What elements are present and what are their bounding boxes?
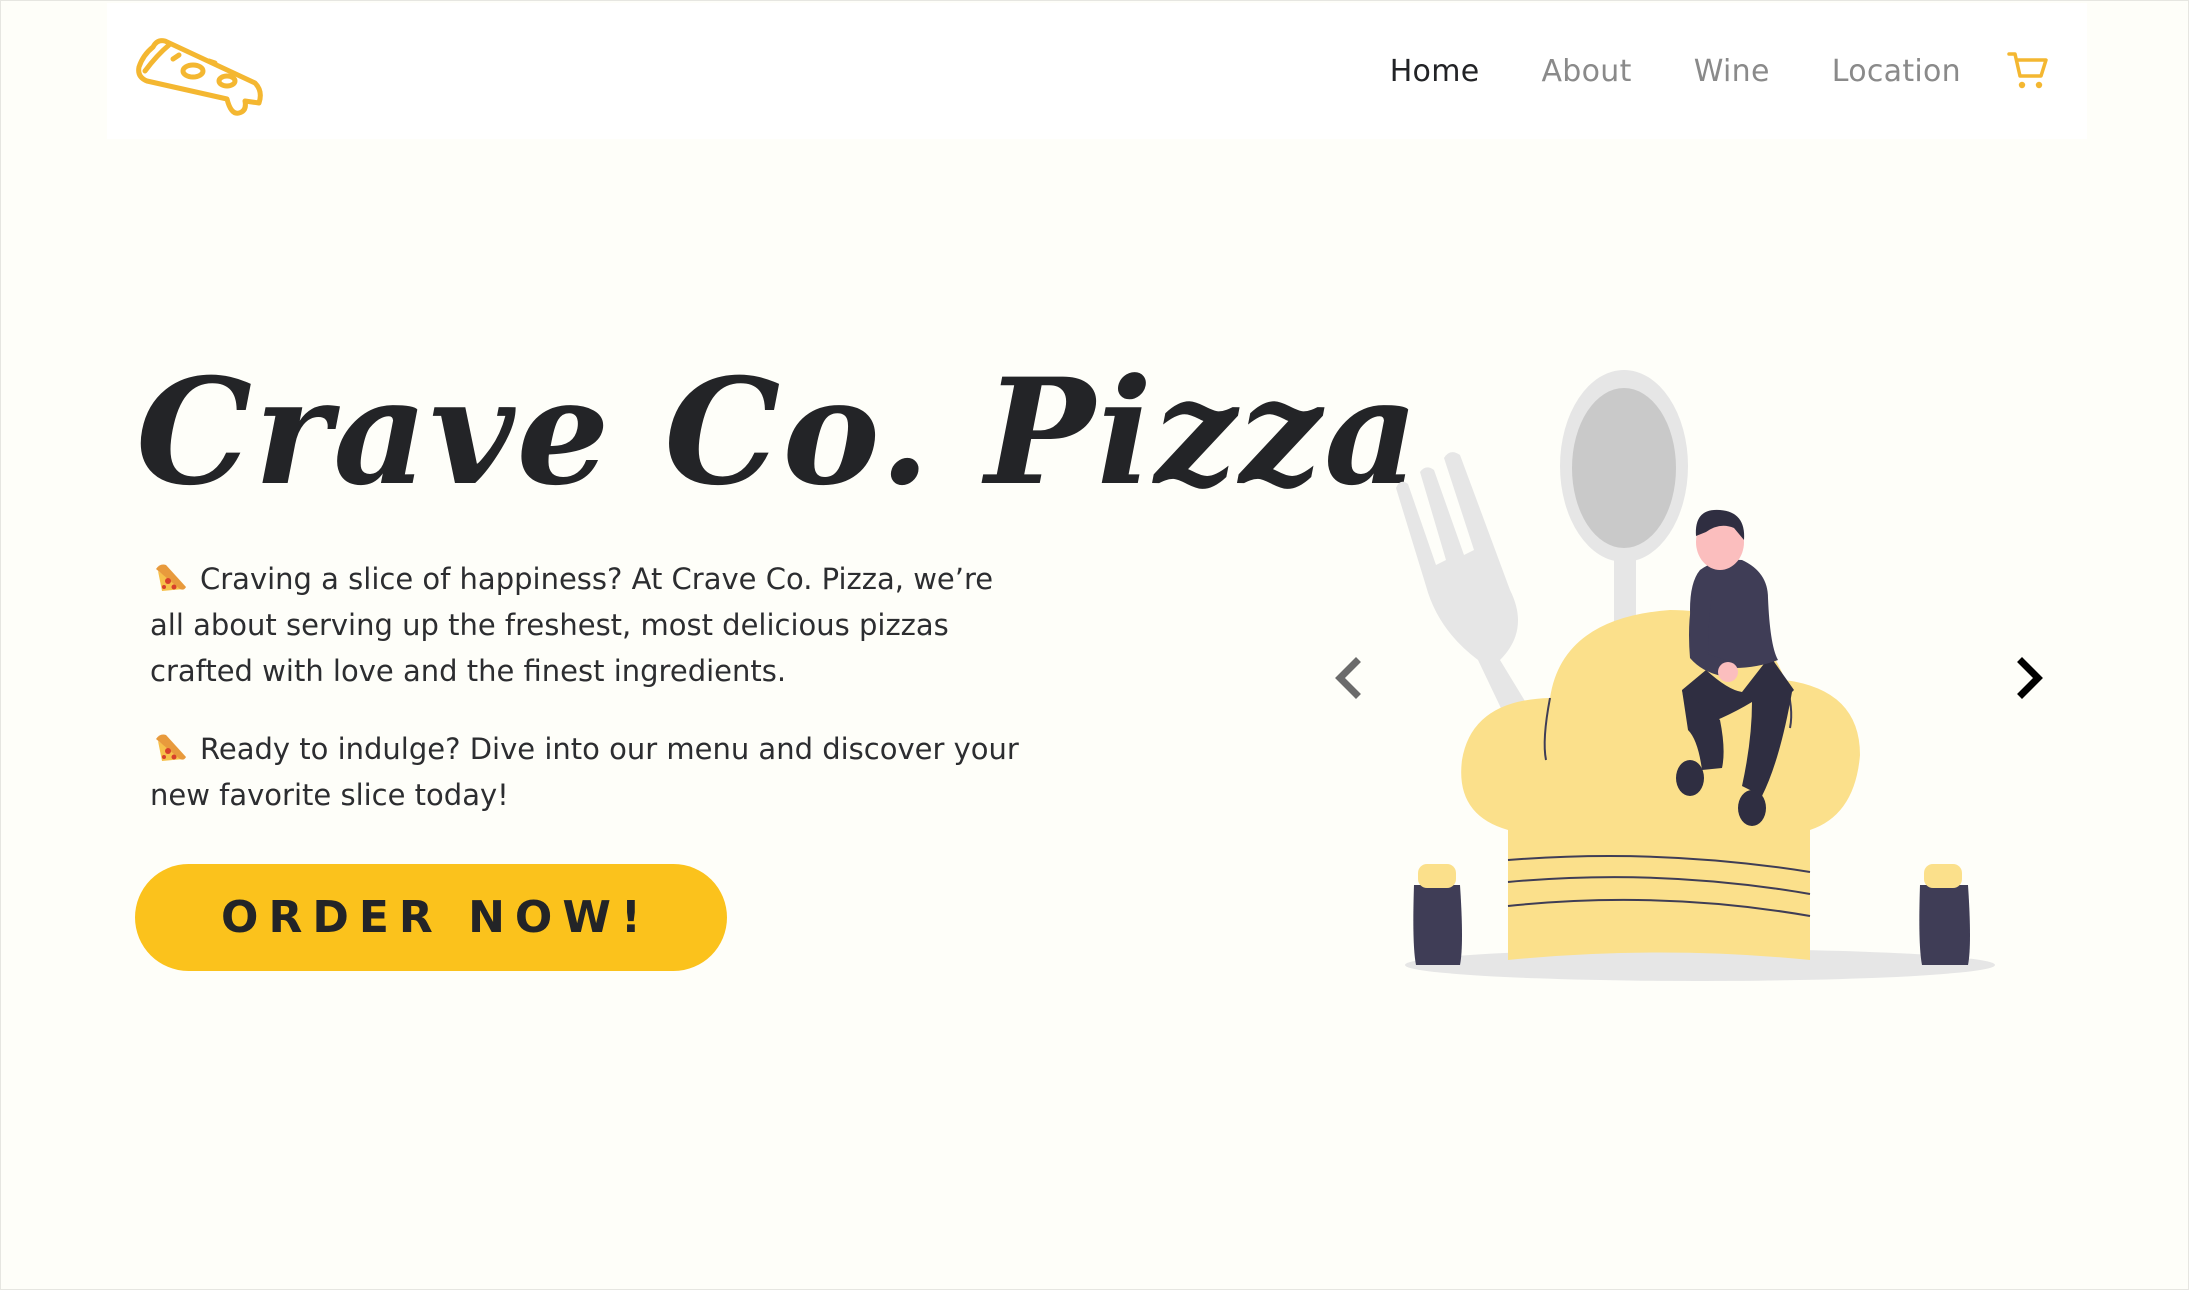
chevron-right-icon[interactable] bbox=[2010, 648, 2050, 708]
shopping-cart-icon[interactable] bbox=[2007, 50, 2049, 92]
hero-paragraph-1-text: Craving a slice of happiness? At Crave C… bbox=[150, 562, 994, 688]
order-now-button[interactable]: ORDER NOW! bbox=[135, 864, 727, 971]
pizza-emoji-icon bbox=[156, 734, 186, 761]
nav-link-about[interactable]: About bbox=[1541, 54, 1631, 89]
chevron-left-icon[interactable] bbox=[1326, 648, 1366, 708]
hero-paragraph-1: Craving a slice of happiness? At Crave C… bbox=[150, 556, 1030, 694]
hero-paragraph-2-text: Ready to indulge? Dive into our menu and… bbox=[150, 732, 1019, 812]
chef-hat-illustration bbox=[1396, 370, 1995, 981]
nav-link-location[interactable]: Location bbox=[1832, 54, 1961, 89]
pizza-emoji-icon bbox=[156, 564, 186, 591]
hero-paragraph-2: Ready to indulge? Dive into our menu and… bbox=[150, 726, 1030, 818]
nav-links: Home About Wine Location bbox=[1328, 3, 2087, 139]
hero-title: Crave Co. Pizza bbox=[136, 347, 1421, 518]
nav-link-home[interactable]: Home bbox=[1390, 54, 1480, 89]
nav-link-wine[interactable]: Wine bbox=[1694, 54, 1770, 89]
pizza-slice-logo[interactable] bbox=[135, 33, 265, 117]
image-carousel bbox=[1320, 360, 2060, 990]
navbar: Home About Wine Location bbox=[107, 3, 2087, 139]
